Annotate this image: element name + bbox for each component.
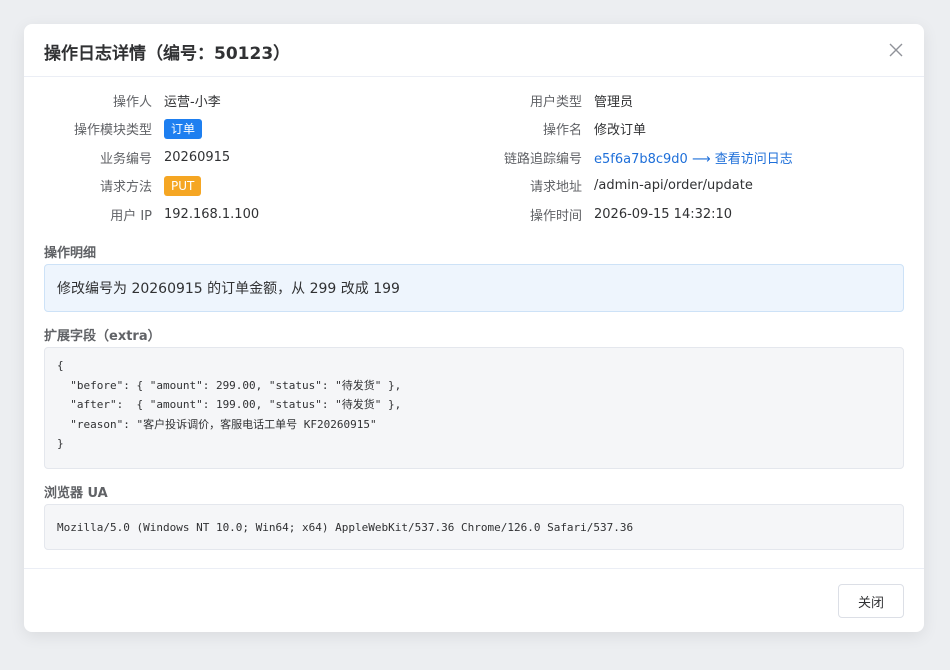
request-url-label: 请求地址 (529, 180, 582, 196)
close-button[interactable]: 关闭 (838, 584, 904, 618)
code-line: "before": { "amount": 299.00, "status": … (57, 378, 402, 392)
ua-section-title: 浏览器 UA (44, 486, 108, 501)
biz-id-label: 业务编号 (99, 151, 152, 167)
info-grid: 操作人 运营-小李 用户类型 管理员 操作模块类型 订单 操作名 修改订单 业务编号 20… (44, 86, 904, 229)
info-row: 请求方法 PUT 请求地址/admin-api/order/update (44, 172, 904, 201)
request-method-label: 请求方法 (99, 180, 152, 196)
user-ip-label: 用户 IP (110, 208, 152, 224)
user-type-label: 用户类型 (529, 94, 582, 110)
operate-time-label: 操作时间 (529, 208, 582, 224)
info-row: 用户 IP 192.168.1.100 操作时间 2026-09-15 14:32:… (44, 200, 904, 229)
dialog-footer: 关闭 (24, 568, 924, 633)
user-type-value: 管理员 (594, 94, 634, 110)
request-method-tag: PUT (164, 175, 202, 196)
detail-section-title: 操作明细 (44, 246, 97, 261)
trace-id-link[interactable]: e5f6a7b8c9d0 ⟶ 查看访问日志 (594, 148, 793, 167)
operator-label: 操作人 (112, 94, 152, 110)
info-row: 业务编号 20260915 链路追踪编号 e5f6a7b8c9d0 ⟶ 查看访问日志 (44, 143, 904, 172)
info-row: 操作模块类型 订单 操作名 修改订单 (44, 115, 904, 144)
code-line: "reason": "客户投诉调价，客服电话工单号 KF20260915" (57, 417, 377, 431)
info-row: 操作人 运营-小李 用户类型 管理员 (44, 86, 904, 115)
operation-name-value: 修改订单 (594, 123, 647, 139)
operate-time-value: 2026-09-15 14:32:10 (594, 206, 733, 222)
request-url-value: /admin-api/order/update (594, 178, 753, 194)
module-type-label: 操作模块类型 (73, 123, 152, 139)
code-line: } (57, 437, 64, 450)
code-line: { (57, 359, 64, 372)
extra-section-title: 扩展字段（extra） (44, 329, 161, 344)
detail-text: 修改编号为 20260915 的订单金额，从 299 改成 199 (57, 281, 400, 297)
dialog-title: 操作日志详情（编号：50123） (44, 44, 291, 64)
dialog-header: 操作日志详情（编号：50123） (24, 24, 924, 77)
biz-id-value: 20260915 (164, 149, 231, 165)
user-ip-value: 192.168.1.100 (164, 206, 260, 222)
log-detail-dialog: 操作日志详情（编号：50123） 操作人 运营-小李 用户类型 管理员 操作模块类型… (24, 24, 924, 632)
ua-text: Mozilla/5.0 (Windows NT 10.0; Win64; x64… (57, 520, 634, 534)
operator-value: 运营-小李 (164, 94, 221, 110)
operation-name-label: 操作名 (542, 123, 582, 139)
extra-code-box: { "before": { "amount": 299.00, "status"… (44, 347, 904, 469)
close-icon[interactable] (888, 42, 904, 58)
code-line: "after": { "amount": 199.00, "status": "… (57, 398, 402, 411)
module-type-tag: 订单 (164, 118, 203, 139)
detail-box: 修改编号为 20260915 的订单金额，从 299 改成 199 (44, 264, 904, 312)
trace-id-label: 链路追踪编号 (503, 151, 582, 167)
ua-code-box: Mozilla/5.0 (Windows NT 10.0; Win64; x64… (44, 504, 904, 550)
